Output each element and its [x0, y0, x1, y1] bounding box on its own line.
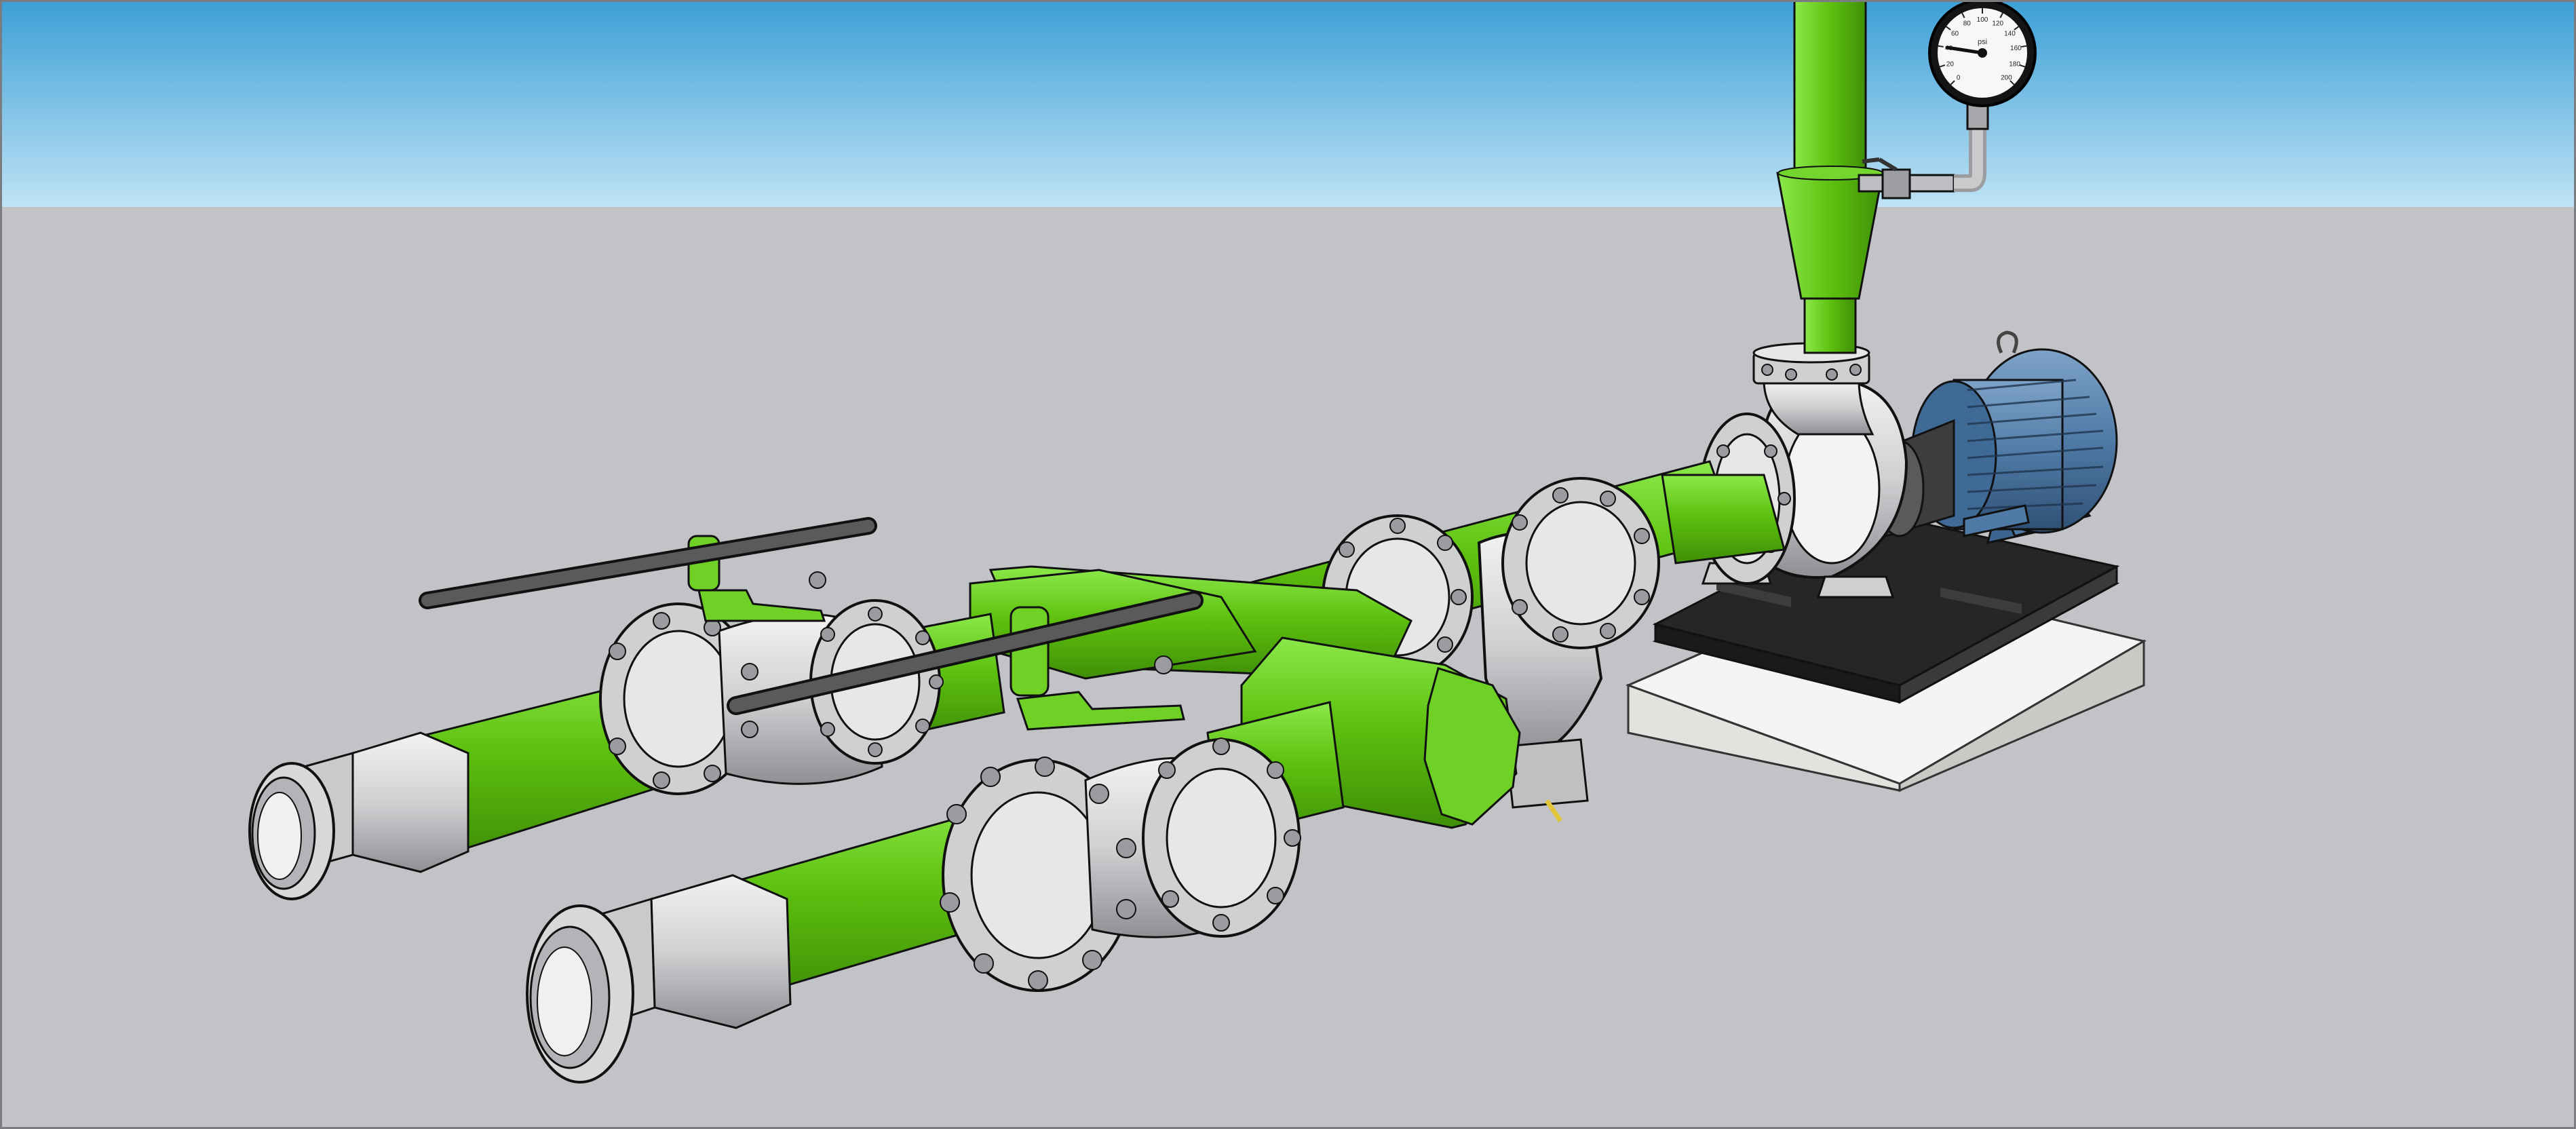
gauge-tick-label: 180: [2009, 60, 2020, 68]
pressure-gauge[interactable]: 020406080100120140160180200 psi: [1928, 0, 2037, 107]
gauge-tick-label: 20: [1946, 60, 1955, 68]
gauge-tick-label: 120: [1992, 20, 2003, 27]
gauge-tick-mark: [1938, 45, 1944, 47]
gauge-tick-mark: [2021, 45, 2027, 47]
gauge-tick-label: 160: [2010, 45, 2022, 52]
gauge-tick-label: 140: [2004, 31, 2016, 38]
gauge-tick-label: 60: [1951, 31, 1959, 38]
strainer-outlet-flange[interactable]: [1501, 477, 1660, 649]
pump-skid-model-scene[interactable]: 020406080100120140160180200 psi: [0, 0, 2576, 1129]
gauge-unit-label: psi: [1978, 38, 1987, 46]
gauge-tick-label: 80: [1963, 20, 1972, 27]
gauge-tick-label: 0: [1957, 74, 1961, 81]
gauge-tick-label: 200: [2001, 74, 2012, 81]
sky-background: [0, 0, 2576, 207]
sketchup-3d-viewport[interactable]: 020406080100120140160180200 psi: [0, 0, 2576, 1129]
gauge-tick-label: 100: [1977, 16, 1988, 24]
